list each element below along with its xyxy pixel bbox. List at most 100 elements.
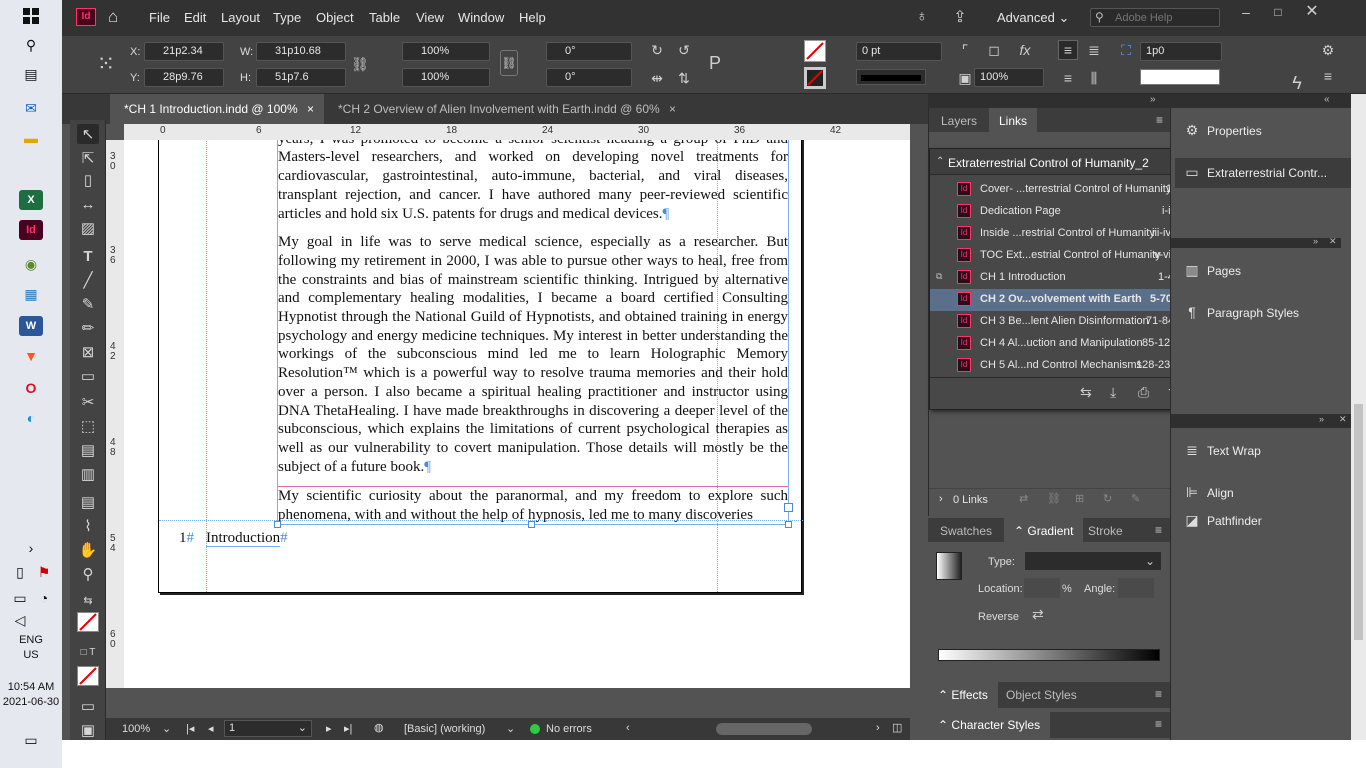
preflight-profile[interactable]: [Basic] (working): [404, 723, 485, 735]
body-paragraph[interactable]: age 15, I moved to the pharmaceutical in…: [278, 140, 788, 223]
drop-shadow-icon[interactable]: ◻: [984, 40, 1004, 60]
constrain-scale-icon[interactable]: ⛓: [500, 50, 518, 76]
document-page[interactable]: age 15, I moved to the pharmaceutical in…: [158, 140, 803, 593]
columns-icon[interactable]: ⫼: [1084, 68, 1104, 88]
tab-character-styles[interactable]: ⌃ Character Styles: [928, 712, 1051, 738]
search-icon[interactable]: ⚲: [19, 35, 43, 55]
errors-text[interactable]: No errors: [546, 723, 592, 735]
sync-icon[interactable]: ⇆: [1080, 384, 1092, 401]
rectangle-tool-icon[interactable]: ▭: [77, 366, 99, 386]
help-search-input[interactable]: [1115, 10, 1215, 25]
chevron-down-icon[interactable]: ⌄: [506, 722, 515, 735]
page-field[interactable]: 1 ⌄: [224, 720, 312, 737]
eyedropper-tool-icon[interactable]: ⌇: [77, 516, 99, 536]
opera-icon[interactable]: O: [19, 378, 43, 398]
mail-icon[interactable]: ✉: [19, 98, 43, 118]
gap-tool-icon[interactable]: ↔: [77, 194, 99, 214]
properties-panel-button[interactable]: ⚙ Properties: [1175, 116, 1343, 146]
line-tool-icon[interactable]: ╱: [77, 270, 99, 290]
language-indicator[interactable]: ENG US: [0, 633, 62, 663]
tab-swatches[interactable]: Swatches: [930, 518, 1002, 542]
text-wrap-icon[interactable]: ≡: [1058, 68, 1078, 88]
word-icon[interactable]: W: [19, 316, 43, 336]
hamburger-icon[interactable]: ≡: [1155, 687, 1162, 701]
stroke-type-select[interactable]: [856, 69, 926, 85]
flip-horizontal-icon[interactable]: ⇹: [647, 68, 667, 88]
menu-help[interactable]: Help: [519, 10, 546, 25]
view-mode-icon[interactable]: ▣: [77, 720, 99, 740]
vertical-ruler[interactable]: 3 0 3 6 4 2 4 8 5 4 6 0: [106, 140, 124, 688]
tab-layers[interactable]: Layers: [931, 108, 987, 132]
excel-icon[interactable]: X: [19, 190, 43, 210]
fill-none-icon[interactable]: [804, 40, 826, 62]
hamburger-icon[interactable]: ≡: [1156, 113, 1163, 127]
opacity-field[interactable]: 100%: [974, 68, 1044, 87]
expand-panel-icon[interactable]: «: [1324, 94, 1330, 105]
menu-object[interactable]: Object: [316, 10, 354, 25]
menu-table[interactable]: Table: [369, 10, 400, 25]
quick-apply-icon[interactable]: ϟ: [1286, 72, 1308, 94]
edit-original-icon[interactable]: ✎: [1131, 492, 1140, 505]
vertical-scrollbar[interactable]: [1351, 94, 1366, 740]
goto-link-icon[interactable]: ⊞: [1075, 492, 1084, 505]
close-icon[interactable]: ✕: [1339, 414, 1347, 425]
object-style-select[interactable]: [1140, 69, 1220, 85]
book-panel-button[interactable]: ▭ Extraterrestrial Contr...: [1175, 158, 1353, 188]
hamburger-icon[interactable]: ≡: [1320, 68, 1336, 84]
selection-tool-icon[interactable]: ↖: [77, 124, 99, 144]
free-transform-tool-icon[interactable]: ⬚: [77, 416, 99, 436]
effects-fx-icon[interactable]: fx: [1014, 40, 1036, 60]
control-panel-icon[interactable]: ▦: [19, 284, 43, 304]
body-paragraph[interactable]: My scientific curiosity about the parano…: [278, 486, 788, 524]
apply-none-icon[interactable]: [77, 666, 99, 686]
tab-object-styles[interactable]: Object Styles: [996, 682, 1087, 706]
scroll-thumb[interactable]: [1354, 404, 1363, 640]
last-page-icon[interactable]: ▸|: [344, 722, 352, 735]
content-collector-icon[interactable]: ▨: [77, 218, 99, 238]
notification-icon[interactable]: ▭: [19, 730, 43, 750]
type-tool-icon[interactable]: T: [77, 246, 99, 266]
tab-gradient[interactable]: ⌃ Gradient: [1004, 518, 1084, 542]
pencil-tool-icon[interactable]: ✏: [77, 318, 99, 338]
frame-handle[interactable]: [528, 521, 535, 528]
collapse-panel-icon[interactable]: »: [1313, 236, 1318, 246]
angle-field[interactable]: [1118, 578, 1154, 598]
frame-handle[interactable]: [785, 521, 792, 528]
collapse-panel-icon[interactable]: »: [1319, 414, 1324, 424]
width-field[interactable]: 31p10.68: [256, 42, 346, 61]
swap-fill-stroke-icon[interactable]: ⇆: [77, 590, 99, 610]
note-tool-icon[interactable]: ▤: [77, 492, 99, 512]
volume-icon[interactable]: ◁: [10, 610, 30, 630]
gradient-feather-tool-icon[interactable]: ▥: [77, 464, 99, 484]
indesign-icon[interactable]: Id: [19, 220, 43, 240]
collapse-panel-icon[interactable]: »: [1150, 94, 1156, 105]
first-page-icon[interactable]: |◂: [186, 722, 194, 735]
hamburger-icon[interactable]: ≡: [1155, 523, 1162, 537]
stroke-none-icon[interactable]: [804, 67, 826, 89]
gear-icon[interactable]: ⚙: [1320, 42, 1336, 58]
gutter-field[interactable]: 1p0: [1140, 42, 1222, 61]
zoom-level[interactable]: 100%: [122, 723, 150, 735]
maximize-icon[interactable]: □: [1268, 4, 1288, 20]
scissors-tool-icon[interactable]: ✂: [77, 392, 99, 412]
page-tool-icon[interactable]: ▯: [77, 170, 99, 190]
minimize-icon[interactable]: –: [1236, 4, 1256, 20]
relink-icon[interactable]: ⇄: [1019, 492, 1028, 505]
clock[interactable]: 10:54 AM 2021-06-30: [0, 680, 62, 710]
menu-edit[interactable]: Edit: [184, 10, 206, 25]
tab-ch2[interactable]: *CH 2 Overview of Alien Involvement with…: [324, 94, 684, 124]
tab-ch1[interactable]: *CH 1 Introduction.indd @ 100% ×: [110, 94, 324, 124]
next-page-icon[interactable]: ▸: [326, 722, 332, 735]
menu-layout[interactable]: Layout: [221, 10, 260, 25]
frame-handle[interactable]: [274, 521, 281, 528]
paragraph-styles-panel-button[interactable]: ¶ Paragraph Styles: [1175, 298, 1343, 328]
share-icon[interactable]: ⇪: [950, 6, 970, 28]
close-icon[interactable]: ×: [307, 102, 314, 116]
tab-stroke[interactable]: Stroke: [1078, 518, 1133, 542]
hamburger-icon[interactable]: ≡: [1155, 717, 1162, 731]
pathfinder-panel-button[interactable]: ◪ Pathfinder: [1175, 506, 1343, 536]
save-book-icon[interactable]: ⤓: [1110, 384, 1116, 401]
frame-fitting-icon[interactable]: ⛶: [1116, 40, 1136, 60]
align-panel-button[interactable]: ⊫ Align: [1175, 478, 1343, 508]
update-link-icon[interactable]: ↻: [1103, 492, 1112, 505]
